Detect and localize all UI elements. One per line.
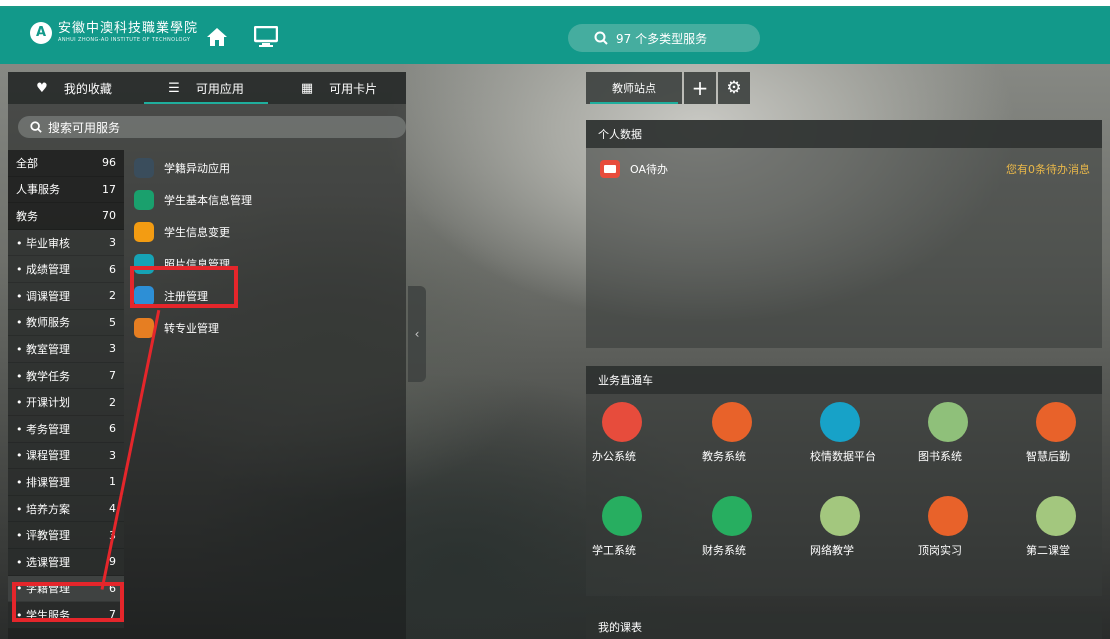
search-icon — [30, 121, 42, 133]
shortcut-data-platform[interactable]: 校情数据平台 — [810, 402, 890, 463]
app-icon — [134, 158, 154, 178]
category-item[interactable]: 考务管理6 — [8, 415, 124, 443]
oa-icon — [600, 160, 620, 178]
category-item[interactable]: 教师服务5 — [8, 309, 124, 337]
app-icon — [134, 190, 154, 210]
shortcut-finance-system[interactable]: 财务系统 — [702, 496, 782, 557]
internship-icon — [928, 496, 968, 536]
category-item[interactable]: 成绩管理6 — [8, 256, 124, 283]
home-icon[interactable] — [206, 27, 228, 47]
card-title: 个人数据 — [586, 120, 1102, 148]
category-item[interactable]: 教务 70 — [8, 203, 124, 230]
shortcut-library-system[interactable]: 图书系统 — [918, 402, 998, 463]
category-item[interactable]: 教学任务7 — [8, 362, 124, 390]
chevron-left-icon: ‹ — [414, 327, 420, 341]
category-item[interactable]: 毕业审核3 — [8, 229, 124, 257]
card-title: 我的课表 — [586, 614, 1102, 639]
category-item[interactable]: 全部 96 — [8, 150, 124, 177]
highlight-box-student-status — [12, 582, 124, 622]
global-search[interactable]: 97 个多类型服务 — [568, 24, 760, 52]
site-tabs: 教师站点 + ⚙ — [586, 72, 750, 104]
online-teaching-icon — [820, 496, 860, 536]
app-item[interactable]: 学籍异动应用 — [134, 152, 252, 184]
student-affairs-icon — [602, 496, 642, 536]
category-item[interactable]: 评教管理3 — [8, 522, 124, 549]
category-item[interactable]: 排课管理1 — [8, 469, 124, 496]
gear-icon: ⚙ — [726, 78, 742, 98]
app-item[interactable]: 学生信息变更 — [134, 216, 252, 248]
schedule-card: 我的课表 — [586, 614, 1102, 639]
category-item[interactable]: 调课管理2 — [8, 282, 124, 310]
plus-icon: + — [691, 76, 709, 100]
app-list: 学籍异动应用 学生基本信息管理 学生信息变更 照片信息管理 注册管理 转专业管理 — [134, 152, 252, 344]
settings-button[interactable]: ⚙ — [718, 72, 750, 104]
tab-teacher-site[interactable]: 教师站点 — [586, 72, 682, 104]
top-bar: A 安徽中澳科技職業學院 ANHUI ZHONG-AO INSTITUTE OF… — [0, 8, 1110, 64]
academic-system-icon — [712, 402, 752, 442]
card-title: 业务直通车 — [586, 366, 1102, 394]
shortcut-online-teaching[interactable]: 网络教学 — [810, 496, 890, 557]
business-shortcuts-card: 业务直通车 办公系统 教务系统 校情数据平台 图书系统 智慧后勤 学工系统 财务… — [586, 366, 1102, 596]
highlight-box-registration — [130, 266, 238, 308]
school-seal-icon: A — [30, 22, 52, 44]
shortcut-student-affairs[interactable]: 学工系统 — [592, 496, 672, 557]
shortcut-academic-system[interactable]: 教务系统 — [702, 402, 782, 463]
shortcut-smart-logistics[interactable]: 智慧后勤 — [1026, 402, 1106, 463]
shortcut-second-classroom[interactable]: 第二课堂 — [1026, 496, 1106, 557]
category-item[interactable]: 培养方案4 — [8, 495, 124, 523]
heart-icon: ♥ — [36, 80, 48, 96]
tab-favorites[interactable]: ♥ 我的收藏 — [8, 72, 140, 104]
category-item[interactable]: 课程管理3 — [8, 442, 124, 470]
search-text: 97 个多类型服务 — [616, 31, 708, 46]
grid-icon: ▦ — [300, 80, 314, 96]
top-strip — [0, 0, 1110, 8]
personal-data-card: 个人数据 OA待办 您有0条待办消息 — [586, 120, 1102, 348]
search-icon — [594, 31, 608, 45]
school-logo[interactable]: A 安徽中澳科技職業學院 ANHUI ZHONG-AO INSTITUTE OF… — [30, 22, 198, 44]
panel-tabs: ♥ 我的收藏 ☰ 可用应用 ▦ 可用卡片 — [8, 72, 406, 104]
tab-available-apps[interactable]: ☰ 可用应用 — [140, 72, 272, 104]
service-panel: ♥ 我的收藏 ☰ 可用应用 ▦ 可用卡片 搜索可用服务 全部 96 人事服务 17 … — [8, 72, 406, 639]
logo-title: 安徽中澳科技職業學院 — [58, 21, 199, 36]
monitor-icon[interactable] — [254, 26, 278, 48]
category-item[interactable]: 教室管理3 — [8, 336, 124, 363]
logo-subtitle: ANHUI ZHONG-AO INSTITUTE OF TECHNOLOGY — [58, 37, 191, 43]
second-classroom-icon — [1036, 496, 1076, 536]
data-platform-icon — [820, 402, 860, 442]
oa-message[interactable]: 您有0条待办消息 — [1006, 161, 1090, 177]
app-icon — [134, 222, 154, 242]
collapse-panel-button[interactable]: ‹ — [408, 286, 426, 382]
list-icon: ☰ — [168, 80, 180, 96]
app-item[interactable]: 学生基本信息管理 — [134, 184, 252, 216]
category-item[interactable]: 开课计划2 — [8, 389, 124, 416]
tab-available-cards[interactable]: ▦ 可用卡片 — [272, 72, 406, 104]
oa-label: OA待办 — [630, 163, 668, 176]
app-icon — [134, 318, 154, 338]
shortcut-office-system[interactable]: 办公系统 — [592, 402, 672, 463]
smart-logistics-icon — [1036, 402, 1076, 442]
finance-system-icon — [712, 496, 752, 536]
service-search-input[interactable]: 搜索可用服务 — [18, 116, 406, 138]
oa-todo-row[interactable]: OA待办 您有0条待办消息 — [586, 148, 1102, 178]
office-system-icon — [602, 402, 642, 442]
library-system-icon — [928, 402, 968, 442]
category-item[interactable]: 人事服务 17 — [8, 176, 124, 204]
shortcut-internship[interactable]: 顶岗实习 — [918, 496, 998, 557]
add-tab-button[interactable]: + — [684, 72, 716, 104]
